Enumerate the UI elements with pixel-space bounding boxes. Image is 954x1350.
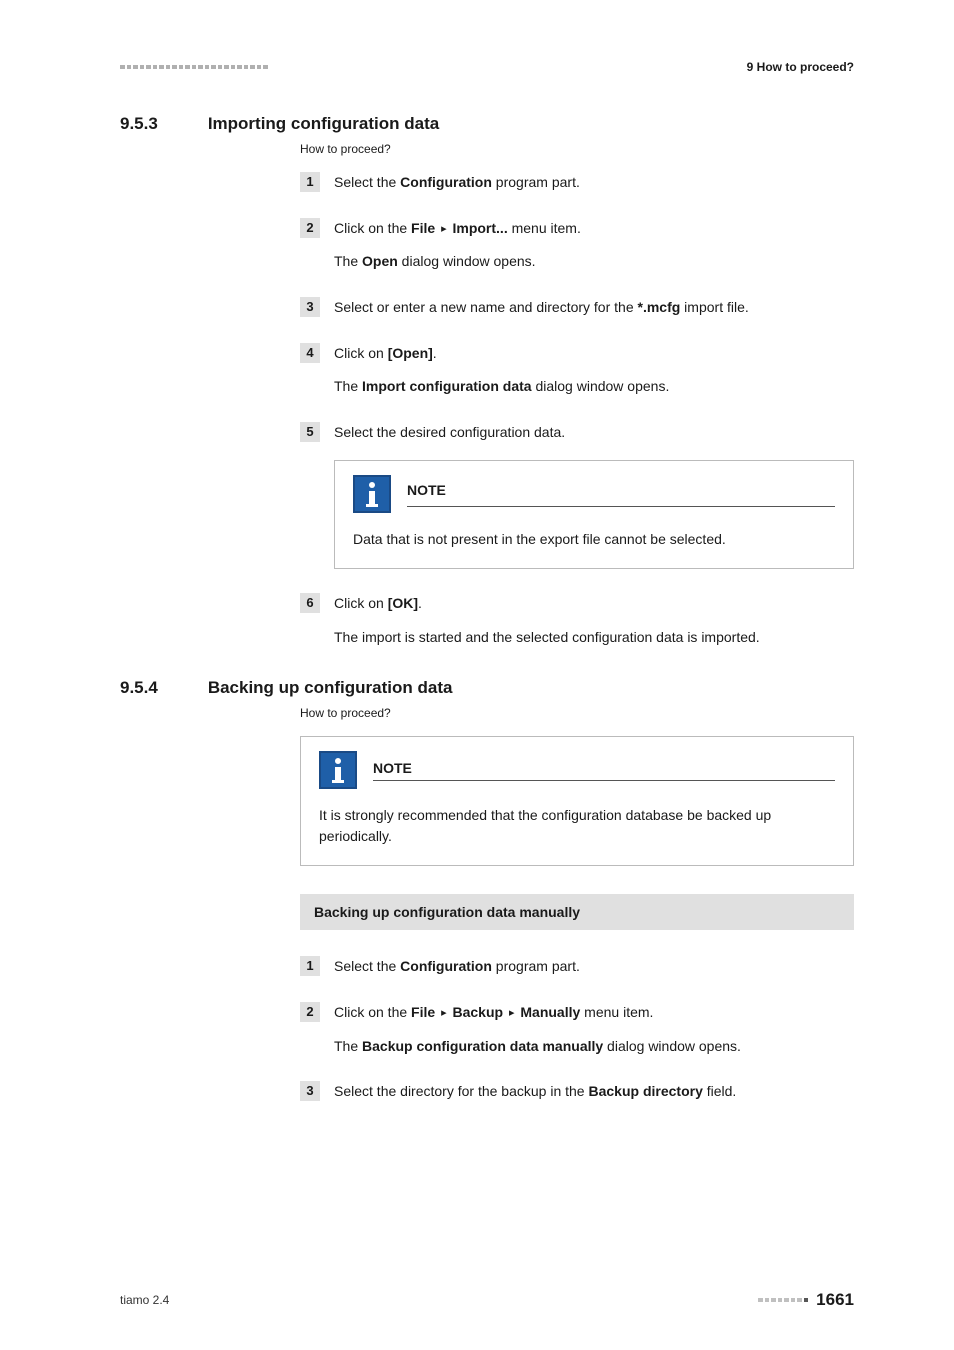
step-body: Select the desired configuration data.NO…: [334, 422, 854, 569]
step-list: 1 Select the Configuration program part. 2…: [300, 172, 854, 648]
step-body: Select the Configuration program part.: [334, 956, 854, 978]
step: 6 Click on [OK].The import is started and…: [300, 593, 854, 648]
header-chapter: 9 How to proceed?: [747, 60, 854, 74]
section-heading: 9.5.3 Importing configuration data: [120, 114, 854, 134]
note-box: NOTE It is strongly recommended that the …: [300, 736, 854, 866]
step: 3 Select the directory for the backup in …: [300, 1081, 854, 1103]
step-body: Select or enter a new name and directory…: [334, 297, 854, 319]
section-subcaption: How to proceed?: [300, 706, 854, 720]
step-number: 3: [300, 1081, 320, 1101]
step-body: Click on the File ▸ Backup ▸ Manually me…: [334, 1002, 854, 1057]
section-subcaption: How to proceed?: [300, 142, 854, 156]
note-body: Data that is not present in the export f…: [353, 529, 835, 550]
document-page: 9 How to proceed? 9.5.3 Importing configu…: [0, 0, 954, 1350]
step-number: 1: [300, 172, 320, 192]
step-body: Select the directory for the backup in t…: [334, 1081, 854, 1103]
step-number: 6: [300, 593, 320, 613]
step: 4 Click on [Open].The Import configuratio…: [300, 343, 854, 398]
step-body: Click on [OK].The import is started and …: [334, 593, 854, 648]
step: 1 Select the Configuration program part.: [300, 956, 854, 978]
step: 5 Select the desired configuration data.N…: [300, 422, 854, 569]
step-number: 2: [300, 1002, 320, 1022]
step-number: 1: [300, 956, 320, 976]
footer-product: tiamo 2.4: [120, 1293, 169, 1307]
step-number: 2: [300, 218, 320, 238]
step-body: Select the Configuration program part.: [334, 172, 854, 194]
step: 2 Click on the File ▸ Backup ▸ Manually m…: [300, 1002, 854, 1057]
info-icon: [319, 751, 357, 789]
section-heading: 9.5.4 Backing up configuration data: [120, 678, 854, 698]
step: 1 Select the Configuration program part.: [300, 172, 854, 194]
note-title: NOTE: [373, 760, 835, 776]
section-title: Importing configuration data: [208, 114, 439, 134]
step: 3 Select or enter a new name and director…: [300, 297, 854, 319]
note-box: NOTE Data that is not present in the expo…: [334, 460, 854, 569]
section-number: 9.5.4: [120, 678, 158, 698]
info-icon: [353, 475, 391, 513]
step: 2 Click on the File ▸ Import... menu item…: [300, 218, 854, 273]
footer-decoration: [758, 1298, 808, 1303]
page-number: 1661: [816, 1290, 854, 1310]
note-title: NOTE: [407, 480, 835, 502]
footer-right: 1661: [758, 1290, 854, 1310]
section-title: Backing up configuration data: [208, 678, 453, 698]
step-number: 3: [300, 297, 320, 317]
page-footer: tiamo 2.4 1661: [120, 1290, 854, 1310]
step-list: 1 Select the Configuration program part. 2…: [300, 956, 854, 1103]
step-number: 5: [300, 422, 320, 442]
header-decoration-left: [120, 65, 268, 70]
page-header: 9 How to proceed?: [120, 60, 854, 74]
step-number: 4: [300, 343, 320, 363]
step-body: Click on the File ▸ Import... menu item.…: [334, 218, 854, 273]
section-number: 9.5.3: [120, 114, 158, 134]
step-body: Click on [Open].The Import configuration…: [334, 343, 854, 398]
note-body: It is strongly recommended that the conf…: [319, 805, 835, 847]
subsection-bar: Backing up configuration data manually: [300, 894, 854, 930]
